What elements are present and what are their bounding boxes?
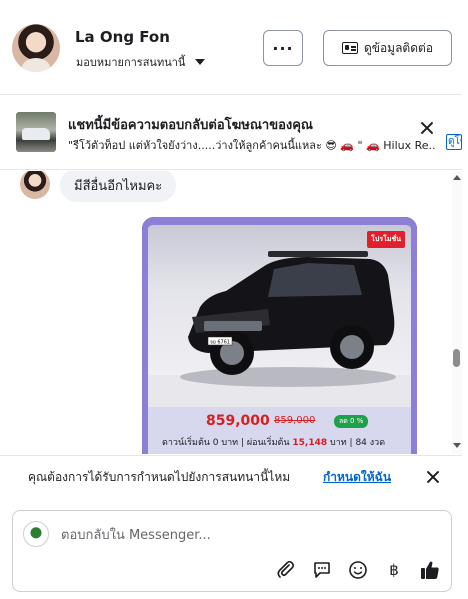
conversation-header: La Ong Fon มอบหมายการสนทนานี้ ··· ดูข้อม… [0,0,462,95]
view-contact-label: ดูข้อมูลติดต่อ [363,40,434,55]
ad-image-message[interactable]: จย 6761 โปรโมชั่น 859,000 859,000 ลด 0 %… [142,217,417,454]
thumbs-up-icon[interactable] [419,559,441,581]
composer-toolbar: ฿ [275,559,441,581]
ad-banner-title: แชทนี้มีข้อความตอบกลับต่อโฆษณาของคุณ [68,118,313,133]
caret-down-icon [195,59,206,65]
ad-old-price: 859,000 [274,415,316,426]
assign-to-me-link[interactable]: กำหนดให้ฉัน [323,468,391,487]
ad-monthly: 15,148 [292,438,328,448]
chat-bubble-icon[interactable] [311,559,333,581]
assign-label: มอบหมายการสนทนานี้ [76,56,186,69]
ad-discount-pill: ลด 0 % [334,415,369,428]
scroll-down-arrow-icon[interactable] [453,443,461,448]
attach-icon[interactable] [275,559,297,581]
emoji-icon[interactable] [347,559,369,581]
contact-avatar[interactable] [12,24,60,72]
customer-avatar [20,171,50,199]
message-bubble[interactable]: มีสีอื่นอีกไหมคะ [60,171,177,202]
baht-icon[interactable]: ฿ [383,559,405,581]
promo-tag: โปรโมชั่น [367,231,405,248]
ad-terms-suffix: บาท | 84 งวด [327,438,386,448]
reply-input[interactable] [61,525,431,545]
assign-prompt-text: คุณต้องการได้รับการกำหนดไปยังการสนทนานี้… [28,470,291,484]
contact-name[interactable]: La Ong Fon [75,28,170,46]
license-plate: จย 6761 [210,340,230,346]
message-thread: มีสีอื่นอีกไหมคะ จย 6761 โปรโมชั่น 859,0… [0,171,452,454]
view-contact-button[interactable]: ดูข้อมูลติดต่อ [323,30,452,66]
more-button[interactable]: ··· [263,30,303,66]
page-logo-avatar [23,521,49,547]
ad-price-panel: 859,000 859,000 ลด 0 % ดาวน์เริ่มต้น 0 บ… [148,407,412,454]
more-icon: ··· [272,38,294,58]
scroll-up-arrow-icon[interactable] [453,175,461,180]
close-icon[interactable] [426,470,440,484]
ad-thumbnail[interactable] [16,112,56,152]
contact-card-icon [341,42,358,54]
svg-text:฿: ฿ [389,561,399,579]
ad-terms: ดาวน์เริ่มต้น 0 บาท | ผ่อนเริ่มต้น 15,14… [162,435,385,449]
scroll-thumb[interactable] [453,349,460,367]
suv-photo: จย 6761 [148,225,412,407]
assign-conversation-dropdown[interactable]: มอบหมายการสนทนานี้ [76,53,206,71]
suv-illustration: จย 6761 [148,251,412,407]
reply-composer: ฿ [12,510,452,592]
thread-scrollbar[interactable] [452,171,462,454]
ad-reply-banner: แชทนี้มีข้อความตอบกลับต่อโฆษณาของคุณ "รี… [0,96,462,170]
assign-prompt: คุณต้องการได้รับการกำหนดไปยังการสนทนานี้… [0,455,462,497]
view-ad-link[interactable]: ดูโฆษณา [446,134,462,150]
close-icon[interactable] [420,121,434,135]
messenger-inbox-panel: La Ong Fon มอบหมายการสนทนานี้ ··· ดูข้อม… [0,0,468,599]
ad-terms-prefix: ดาวน์เริ่มต้น 0 บาท | ผ่อนเริ่มต้น [162,438,293,448]
ad-banner-subtitle: "รีโว้ตัวท็อป แต่หัวใจยังว่าง.....ว่างให… [68,139,436,152]
ad-price: 859,000 [206,413,270,429]
